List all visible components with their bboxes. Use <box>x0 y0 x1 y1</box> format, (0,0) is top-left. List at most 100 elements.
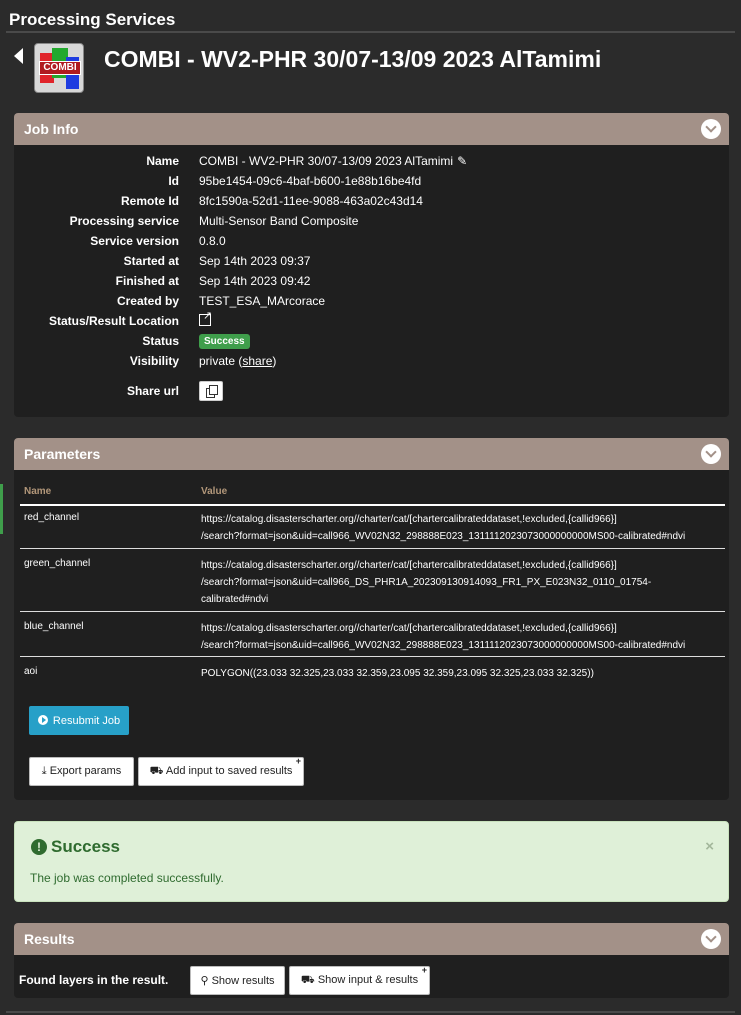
field-finished-at: Finished at Sep 14th 2023 09:42 <box>14 271 729 291</box>
plus-icon: + <box>295 756 301 766</box>
field-share-url: Share url <box>14 381 729 401</box>
collapse-chevron-icon[interactable] <box>701 929 721 949</box>
param-value-line: https://catalog.disasterscharter.org//ch… <box>201 514 617 525</box>
map-marker-icon: ⚲ <box>200 975 209 987</box>
table-header-rule <box>20 504 725 506</box>
field-id: Id 95be1454-09c6-4baf-b600-1e88b16be4fd <box>14 171 729 191</box>
show-input-results-button[interactable]: ⛟ Show input & results + <box>289 965 430 995</box>
alert-message: The job was completed successfully. <box>30 871 224 885</box>
field-value: 0.8.0 <box>199 234 226 248</box>
field-value: Sep 14th 2023 09:37 <box>199 254 311 268</box>
basket-icon: ⛟ <box>149 764 164 777</box>
show-results-button[interactable]: ⚲ Show results <box>190 966 285 995</box>
param-value: https://catalog.disasterscharter.org//ch… <box>201 511 721 545</box>
field-label: Share url <box>126 384 179 398</box>
service-logo-text: COMBI <box>39 61 81 75</box>
field-label: Finished at <box>115 274 179 288</box>
param-value-line: /search?format=json&uid=call966_DS_PHR1A… <box>201 577 652 588</box>
param-name: red_channel <box>24 512 80 523</box>
add-input-saved-results-button[interactable]: ⛟ Add input to saved results + <box>138 756 304 786</box>
export-label: Export params <box>49 765 122 777</box>
field-status: Status Success <box>14 331 729 351</box>
resubmit-label: Resubmit Job <box>52 714 121 727</box>
field-label: Name <box>146 154 179 168</box>
param-value-line: POLYGON((23.033 32.325,23.033 32.359,23.… <box>201 668 594 679</box>
field-label: Id <box>168 174 179 188</box>
collapse-chevron-icon[interactable] <box>701 444 721 464</box>
status-badge: Success <box>199 334 250 349</box>
header-divider <box>6 31 735 33</box>
job-info-panel-header[interactable]: Job Info <box>14 113 729 145</box>
results-panel-title: Results <box>24 931 75 947</box>
row-divider <box>20 548 725 549</box>
job-info-panel: Job Info Name COMBI - WV2-PHR 30/07-13/0… <box>14 113 729 417</box>
field-value: 8fc1590a-52d1-11ee-9088-463a02c43d14 <box>199 194 423 208</box>
field-label: Processing service <box>69 214 179 228</box>
row-divider <box>20 656 725 657</box>
field-status-location: Status/Result Location <box>14 309 729 331</box>
resubmit-job-button[interactable]: Resubmit Job <box>29 706 129 735</box>
param-name: blue_channel <box>24 621 84 632</box>
field-processing-service: Processing service Multi-Sensor Band Com… <box>14 211 729 231</box>
plus-icon: + <box>421 965 427 975</box>
add-input-label: Add input to saved results <box>165 764 293 777</box>
close-icon[interactable]: × <box>705 838 714 855</box>
field-label: Remote Id <box>120 194 179 208</box>
collapse-chevron-icon[interactable] <box>701 119 721 139</box>
column-header-name: Name <box>24 486 52 497</box>
field-label: Status <box>142 334 179 348</box>
field-label: Service version <box>90 234 179 248</box>
back-arrow-icon[interactable] <box>14 48 23 64</box>
results-panel: Results Found layers in the result. ⚲ Sh… <box>14 923 729 998</box>
external-link-icon[interactable] <box>199 309 212 326</box>
param-value-line: calibrated#ndvi <box>201 594 269 605</box>
footer-divider <box>6 1011 735 1013</box>
share-link[interactable]: share <box>242 354 272 368</box>
field-visibility: Visibility private (share) <box>129 354 277 368</box>
basket-icon: ⛟ <box>300 973 315 986</box>
field-value: COMBI - WV2-PHR 30/07-13/09 2023 AlTamim… <box>199 154 454 168</box>
param-value-line: https://catalog.disasterscharter.org//ch… <box>201 623 617 634</box>
alert-title: Success <box>51 837 120 856</box>
field-value: Multi-Sensor Band Composite <box>199 214 359 228</box>
pencil-edit-icon[interactable]: ✎ <box>457 154 467 168</box>
found-layers-text: Found layers in the result. <box>19 973 169 987</box>
field-value: TEST_ESA_MArcorace <box>199 294 326 308</box>
top-header: Processing Services <box>0 0 741 34</box>
param-value: https://catalog.disasterscharter.org//ch… <box>201 557 721 608</box>
visibility-value: private <box>199 354 236 368</box>
row-divider <box>20 611 725 612</box>
param-value: https://catalog.disasterscharter.org//ch… <box>201 620 721 654</box>
side-indicator <box>0 484 3 534</box>
page-header-title: Processing Services <box>9 10 176 29</box>
field-label: Started at <box>123 254 179 268</box>
success-alert: ! Success The job was completed successf… <box>14 821 729 902</box>
results-panel-header[interactable]: Results <box>14 923 729 955</box>
field-service-version: Service version 0.8.0 <box>14 231 729 251</box>
field-label: Status/Result Location <box>48 314 179 328</box>
job-info-panel-title: Job Info <box>24 121 79 137</box>
field-remote-id: Remote Id 8fc1590a-52d1-11ee-9088-463a02… <box>14 191 729 211</box>
service-logo: COMBI <box>34 43 84 93</box>
field-value: Sep 14th 2023 09:42 <box>199 274 311 288</box>
param-value-line: /search?format=json&uid=call966_WV02N32_… <box>201 531 686 542</box>
job-heading: COMBI COMBI - WV2-PHR 30/07-13/09 2023 A… <box>0 34 741 104</box>
download-icon: ⤓ <box>41 765 47 777</box>
exclamation-circle-icon: ! <box>31 839 47 855</box>
parameters-panel-header[interactable]: Parameters <box>14 438 729 470</box>
copy-url-button[interactable] <box>199 381 223 401</box>
param-name: green_channel <box>24 558 91 569</box>
parameters-panel-title: Parameters <box>24 446 101 462</box>
job-title: COMBI - WV2-PHR 30/07-13/09 2023 AlTamim… <box>104 46 602 72</box>
export-params-button[interactable]: ⤓ Export params <box>29 757 134 786</box>
param-value: POLYGON((23.033 32.325,23.033 32.359,23.… <box>201 665 721 682</box>
param-value-line: /search?format=json&uid=call966_WV02N32_… <box>201 640 686 651</box>
field-created-by: Created by TEST_ESA_MArcorace <box>14 291 729 311</box>
show-input-results-label: Show input & results <box>317 973 419 986</box>
column-header-value: Value <box>201 486 228 497</box>
field-label: Visibility <box>129 354 179 368</box>
param-value-line: https://catalog.disasterscharter.org//ch… <box>201 560 617 571</box>
show-results-label: Show results <box>211 975 275 987</box>
parameters-panel: Parameters Name Value red_channel https:… <box>14 438 729 800</box>
param-name: aoi <box>24 666 38 677</box>
